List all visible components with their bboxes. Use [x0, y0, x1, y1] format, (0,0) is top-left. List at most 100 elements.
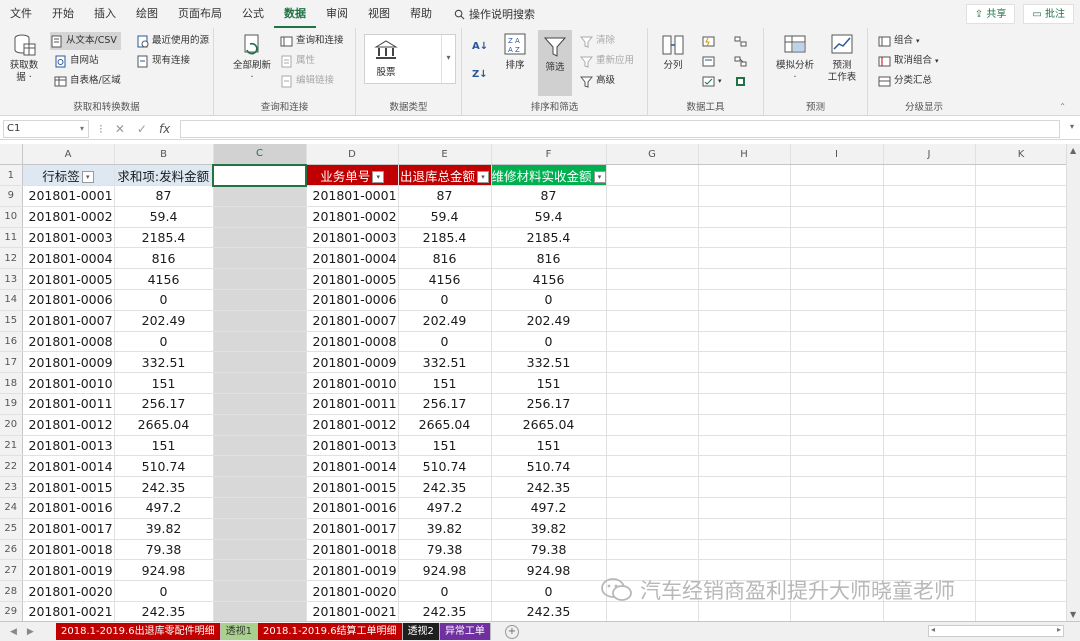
- empty-cell-i[interactable]: [790, 289, 884, 311]
- row-label-cell[interactable]: 201801-0021: [22, 601, 115, 621]
- out-return-amount-cell[interactable]: 0: [398, 289, 492, 311]
- empty-cell-c[interactable]: [213, 227, 307, 249]
- repair-amount-cell[interactable]: 816: [491, 247, 607, 270]
- empty-cell-j[interactable]: [883, 310, 976, 332]
- row-label-cell[interactable]: 201801-0011: [22, 393, 115, 415]
- empty-cell-i[interactable]: [790, 414, 884, 436]
- empty-cell-c[interactable]: [213, 268, 307, 291]
- filter-dropdown-icon[interactable]: ▾: [593, 171, 606, 184]
- empty-cell-g[interactable]: [606, 435, 699, 457]
- out-return-amount-cell[interactable]: 59.4: [398, 206, 492, 228]
- column-header-i[interactable]: I: [790, 144, 884, 166]
- empty-cell-k[interactable]: [975, 206, 1068, 228]
- business-id-cell[interactable]: 201801-0009: [306, 351, 399, 374]
- scroll-up-icon[interactable]: ▲: [1070, 146, 1076, 155]
- out-return-amount-cell[interactable]: 2665.04: [398, 414, 492, 436]
- ribbon-tab-6[interactable]: 数据: [274, 0, 316, 28]
- empty-cell-j[interactable]: [883, 476, 976, 499]
- scroll-right-icon[interactable]: ▸: [1057, 625, 1061, 634]
- empty-cell-k[interactable]: [975, 351, 1068, 374]
- from-table-range-button[interactable]: 自表格/区域: [54, 72, 121, 90]
- empty-cell-g[interactable]: [606, 539, 699, 561]
- out-return-amount-cell[interactable]: 242.35: [398, 476, 492, 499]
- data-validation-button[interactable]: ▾: [702, 72, 722, 90]
- business-id-cell[interactable]: 201801-0010: [306, 372, 399, 395]
- business-id-cell[interactable]: 201801-0013: [306, 435, 399, 457]
- cancel-icon[interactable]: ✕: [115, 122, 125, 136]
- column-header-f[interactable]: F: [491, 144, 607, 166]
- empty-cell-j[interactable]: [883, 455, 976, 478]
- repair-amount-cell[interactable]: 2665.04: [491, 414, 607, 436]
- column-header-c[interactable]: C: [213, 144, 307, 166]
- empty-cell-h[interactable]: [698, 455, 791, 478]
- empty-cell-j[interactable]: [883, 414, 976, 436]
- sum-amount-cell[interactable]: 816: [114, 247, 214, 270]
- column-header-d[interactable]: D: [306, 144, 399, 166]
- repair-amount-cell[interactable]: 497.2: [491, 497, 607, 519]
- empty-cell-c[interactable]: [213, 393, 307, 415]
- out-return-amount-cell[interactable]: 816: [398, 247, 492, 270]
- empty-cell-j[interactable]: [883, 351, 976, 374]
- empty-cell-j[interactable]: [883, 331, 976, 353]
- prev-sheet-icon[interactable]: ◀: [10, 627, 17, 637]
- out-return-amount-cell[interactable]: 2185.4: [398, 227, 492, 249]
- business-id-cell[interactable]: 201801-0017: [306, 518, 399, 540]
- sum-amount-cell[interactable]: 242.35: [114, 476, 214, 499]
- row-header[interactable]: 26: [0, 539, 23, 561]
- header-total-out-return-amount[interactable]: 出退库总金额 ▾: [398, 164, 492, 187]
- from-web-button[interactable]: 自网站: [54, 52, 99, 70]
- business-id-cell[interactable]: 201801-0006: [306, 289, 399, 311]
- advanced-filter-button[interactable]: 高级: [579, 72, 615, 90]
- row-header[interactable]: 15: [0, 310, 23, 332]
- empty-cell-k[interactable]: [975, 414, 1068, 436]
- out-return-amount-cell[interactable]: 924.98: [398, 559, 492, 582]
- queries-connections-button[interactable]: 查询和连接: [280, 32, 344, 50]
- row-label-cell[interactable]: 201801-0019: [22, 559, 115, 582]
- repair-amount-cell[interactable]: 59.4: [491, 206, 607, 228]
- business-id-cell[interactable]: 201801-0020: [306, 580, 399, 603]
- sum-amount-cell[interactable]: 202.49: [114, 310, 214, 332]
- repair-amount-cell[interactable]: 87: [491, 185, 607, 207]
- empty-cell-h[interactable]: [698, 414, 791, 436]
- empty-cell-h[interactable]: [698, 289, 791, 311]
- repair-amount-cell[interactable]: 510.74: [491, 455, 607, 478]
- repair-amount-cell[interactable]: 242.35: [491, 601, 607, 621]
- empty-cell-c[interactable]: [213, 331, 307, 353]
- header-business-id[interactable]: 业务单号 ▾: [306, 164, 399, 187]
- empty-cell-i[interactable]: [790, 206, 884, 228]
- empty-cell-k[interactable]: [975, 559, 1068, 582]
- empty-cell-g[interactable]: [606, 247, 699, 270]
- empty-cell-g[interactable]: [606, 351, 699, 374]
- empty-cell-h[interactable]: [698, 351, 791, 374]
- repair-amount-cell[interactable]: 242.35: [491, 476, 607, 499]
- empty-cell-g[interactable]: [606, 289, 699, 311]
- sum-amount-cell[interactable]: 256.17: [114, 393, 214, 415]
- sum-amount-cell[interactable]: 59.4: [114, 206, 214, 228]
- empty-cell-j[interactable]: [883, 247, 976, 270]
- sum-amount-cell[interactable]: 4156: [114, 268, 214, 291]
- horizontal-scrollbar[interactable]: ◂ ▸: [928, 625, 1064, 637]
- empty-cell-j[interactable]: [883, 539, 976, 561]
- empty-cell-h[interactable]: [698, 227, 791, 249]
- empty-cell-j[interactable]: [883, 435, 976, 457]
- empty-cell-g[interactable]: [606, 372, 699, 395]
- business-id-cell[interactable]: 201801-0002: [306, 206, 399, 228]
- ribbon-tab-0[interactable]: 文件: [0, 0, 42, 28]
- empty-cell-k[interactable]: [975, 580, 1068, 603]
- formula-input[interactable]: [180, 119, 1060, 138]
- empty-cell-i[interactable]: [790, 455, 884, 478]
- worksheet-grid[interactable]: ABCDEFGHIJK 1 行标签 ▾ 求和项:发料金额 业务单号 ▾ 出退库总金额 ▾ 维修材…: [0, 144, 1080, 621]
- header-repair-material-received-amount[interactable]: 维修材料实收金额 ▾: [491, 164, 607, 187]
- empty-cell-c[interactable]: [213, 414, 307, 436]
- empty-cell-g[interactable]: [606, 227, 699, 249]
- business-id-cell[interactable]: 201801-0005: [306, 268, 399, 291]
- empty-cell-i[interactable]: [790, 351, 884, 374]
- ribbon-tab-3[interactable]: 绘图: [126, 0, 168, 28]
- consolidate-button[interactable]: [734, 32, 747, 50]
- empty-cell-k[interactable]: [975, 164, 1068, 187]
- empty-cell-k[interactable]: [975, 247, 1068, 270]
- empty-cell-k[interactable]: [975, 372, 1068, 395]
- sum-amount-cell[interactable]: 79.38: [114, 539, 214, 561]
- edit-links-button[interactable]: 编辑链接: [280, 72, 334, 90]
- business-id-cell[interactable]: 201801-0015: [306, 476, 399, 499]
